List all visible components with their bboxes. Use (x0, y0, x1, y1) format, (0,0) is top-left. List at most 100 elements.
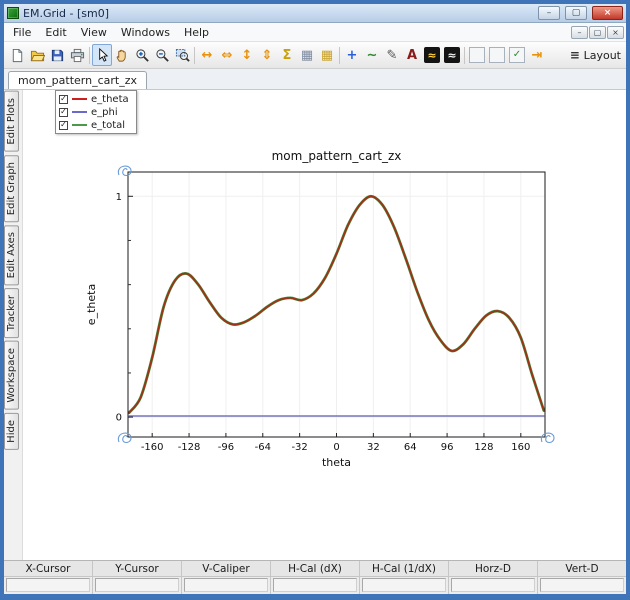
x-tick-label: -96 (218, 442, 234, 453)
x-axis-label: theta (322, 456, 351, 469)
app-icon (7, 7, 19, 19)
app-window: EM.Grid - [sm0] – ▢ × FileEditViewWindow… (0, 0, 630, 600)
fit-x-icon[interactable]: ↔ (197, 44, 217, 66)
status-value-horz-d (451, 578, 535, 592)
sidebar-tab-edit-graph[interactable]: Edit Graph (4, 155, 19, 222)
status-value-x-cursor (6, 578, 90, 592)
annotate-icon[interactable]: ✎ (382, 44, 402, 66)
status-label-v-caliper: V-Caliper (182, 561, 270, 577)
toolbar-separator (194, 47, 195, 64)
menu-item-edit[interactable]: Edit (38, 24, 73, 41)
statusbar: X-CursorY-CursorV-CaliperH-Cal (dX)H-Cal… (4, 560, 626, 594)
y-tick-label: 0 (116, 413, 122, 424)
menu-item-windows[interactable]: Windows (114, 24, 177, 41)
waveform-dark-icon[interactable]: ≈ (422, 44, 442, 66)
status-value-v-caliper (184, 578, 268, 592)
x-tick-label: 128 (474, 442, 493, 453)
x-tick-label: 64 (404, 442, 417, 453)
legend-row-e-total: ✓ e_total (59, 119, 129, 131)
layout-button[interactable]: ≡ Layout (567, 45, 623, 65)
titlebar: EM.Grid - [sm0] – ▢ × (4, 4, 626, 23)
x-tick-label: -160 (141, 442, 164, 453)
tab-mom-pattern-cart-zx[interactable]: mom_pattern_cart_zx (8, 71, 147, 89)
layout-menu-icon: ≡ (569, 47, 581, 63)
status-col-y-cursor: Y-Cursor (93, 561, 182, 594)
status-col-h-cal-1-dx: H-Cal (1/dX) (360, 561, 449, 594)
toolbar-separator (89, 47, 90, 64)
pan-hand-icon[interactable] (112, 44, 132, 66)
data-table-icon[interactable]: ▦ (297, 44, 317, 66)
document-tabstrip: mom_pattern_cart_zx (4, 69, 626, 90)
text-tool-icon[interactable]: A (402, 44, 422, 66)
graph-handle-icon[interactable] (541, 433, 554, 442)
y-axis-label: e_theta (85, 284, 98, 325)
legend-checkbox-e-total[interactable]: ✓ (59, 121, 68, 130)
menubar: FileEditViewWindowsHelp – ▢ × (4, 23, 626, 42)
zoom-in-icon[interactable] (132, 44, 152, 66)
status-col-vert-d: Vert-D (538, 561, 626, 594)
status-label-horz-d: Horz-D (449, 561, 537, 577)
menu-item-view[interactable]: View (74, 24, 114, 41)
minimize-button[interactable]: – (538, 6, 560, 20)
menu-item-file[interactable]: File (6, 24, 38, 41)
menubar-items: FileEditViewWindowsHelp (6, 23, 216, 41)
toggle-pale-alt-icon[interactable] (487, 44, 507, 66)
status-label-y-cursor: Y-Cursor (93, 561, 181, 577)
status-label-h-cal-1-dx: H-Cal (1/dX) (360, 561, 448, 577)
data-table-alt-icon[interactable]: ▦ (317, 44, 337, 66)
window-title: EM.Grid - [sm0] (23, 7, 109, 20)
fit-y-icon[interactable]: ↕ (237, 44, 257, 66)
new-file-icon[interactable] (7, 44, 27, 66)
x-tick-label: -128 (178, 442, 201, 453)
zoom-region-icon[interactable] (172, 44, 192, 66)
legend-swatch-e-phi (72, 111, 87, 113)
sidebar-tab-edit-plots[interactable]: Edit Plots (4, 91, 19, 152)
toolbar: ↔⇔↕⇕Σ▦▦+∼✎A≈≈✓⇥ ≡ Layout (4, 42, 626, 69)
status-label-vert-d: Vert-D (538, 561, 626, 577)
legend-row-e-theta: ✓e_theta (59, 93, 129, 105)
x-tick-label: -32 (291, 442, 307, 453)
print-icon[interactable] (67, 44, 87, 66)
legend-checkbox-e-theta[interactable]: ✓ (59, 95, 68, 104)
mdi-restore-button[interactable]: ▢ (589, 26, 606, 39)
legend-row-e-phi: ✓ e_phi (59, 106, 129, 118)
sidebar-tab-hide[interactable]: Hide (4, 413, 19, 450)
legend-label-e-phi: e_phi (91, 107, 118, 118)
cross-cursor-icon[interactable]: + (342, 44, 362, 66)
x-tick-label: 160 (511, 442, 530, 453)
status-value-y-cursor (95, 578, 179, 592)
autoscale-icon[interactable]: Σ (277, 44, 297, 66)
apply-checks-icon[interactable]: ✓ (507, 44, 527, 66)
save-icon[interactable] (47, 44, 67, 66)
sidebar: Edit Plots Edit Graph Edit Axes Tracker Work… (4, 90, 23, 560)
fit-x-markers-icon[interactable]: ⇔ (217, 44, 237, 66)
maximize-button[interactable]: ▢ (565, 6, 587, 20)
status-col-horz-d: Horz-D (449, 561, 538, 594)
toolbar-separator (464, 47, 465, 64)
open-file-icon[interactable] (27, 44, 47, 66)
span-x-icon[interactable]: ⇥ (527, 44, 547, 66)
status-col-x-cursor: X-Cursor (4, 561, 93, 594)
sidebar-tab-workspace[interactable]: Workspace (4, 341, 19, 410)
legend-label-e-total: e_total (91, 120, 125, 131)
mdi-minimize-button[interactable]: – (571, 26, 588, 39)
fit-y-markers-icon[interactable]: ⇕ (257, 44, 277, 66)
x-tick-label: 96 (441, 442, 454, 453)
graph-handle-icon[interactable] (118, 433, 131, 442)
sidebar-tab-edit-axes[interactable]: Edit Axes (4, 225, 19, 285)
toolbar-separator (339, 47, 340, 64)
legend-checkbox-e-phi[interactable]: ✓ (59, 108, 68, 117)
sidebar-tab-tracker[interactable]: Tracker (4, 288, 19, 338)
menu-item-help[interactable]: Help (177, 24, 216, 41)
legend-swatch-e-total (72, 124, 87, 126)
main-area: Edit Plots Edit Graph Edit Axes Tracker Work… (4, 90, 626, 560)
spline-icon[interactable]: ∼ (362, 44, 382, 66)
select-cursor-icon[interactable] (92, 44, 112, 66)
zoom-out-icon[interactable] (152, 44, 172, 66)
close-button[interactable]: × (592, 6, 623, 20)
status-value-h-cal-dx (273, 578, 357, 592)
toggle-pale-icon[interactable] (467, 44, 487, 66)
mdi-close-button[interactable]: × (607, 26, 624, 39)
chart-plot[interactable]: -160-128-96-64-32032649612816001mom_patt… (23, 90, 626, 560)
waveform-dark-alt-icon[interactable]: ≈ (442, 44, 462, 66)
